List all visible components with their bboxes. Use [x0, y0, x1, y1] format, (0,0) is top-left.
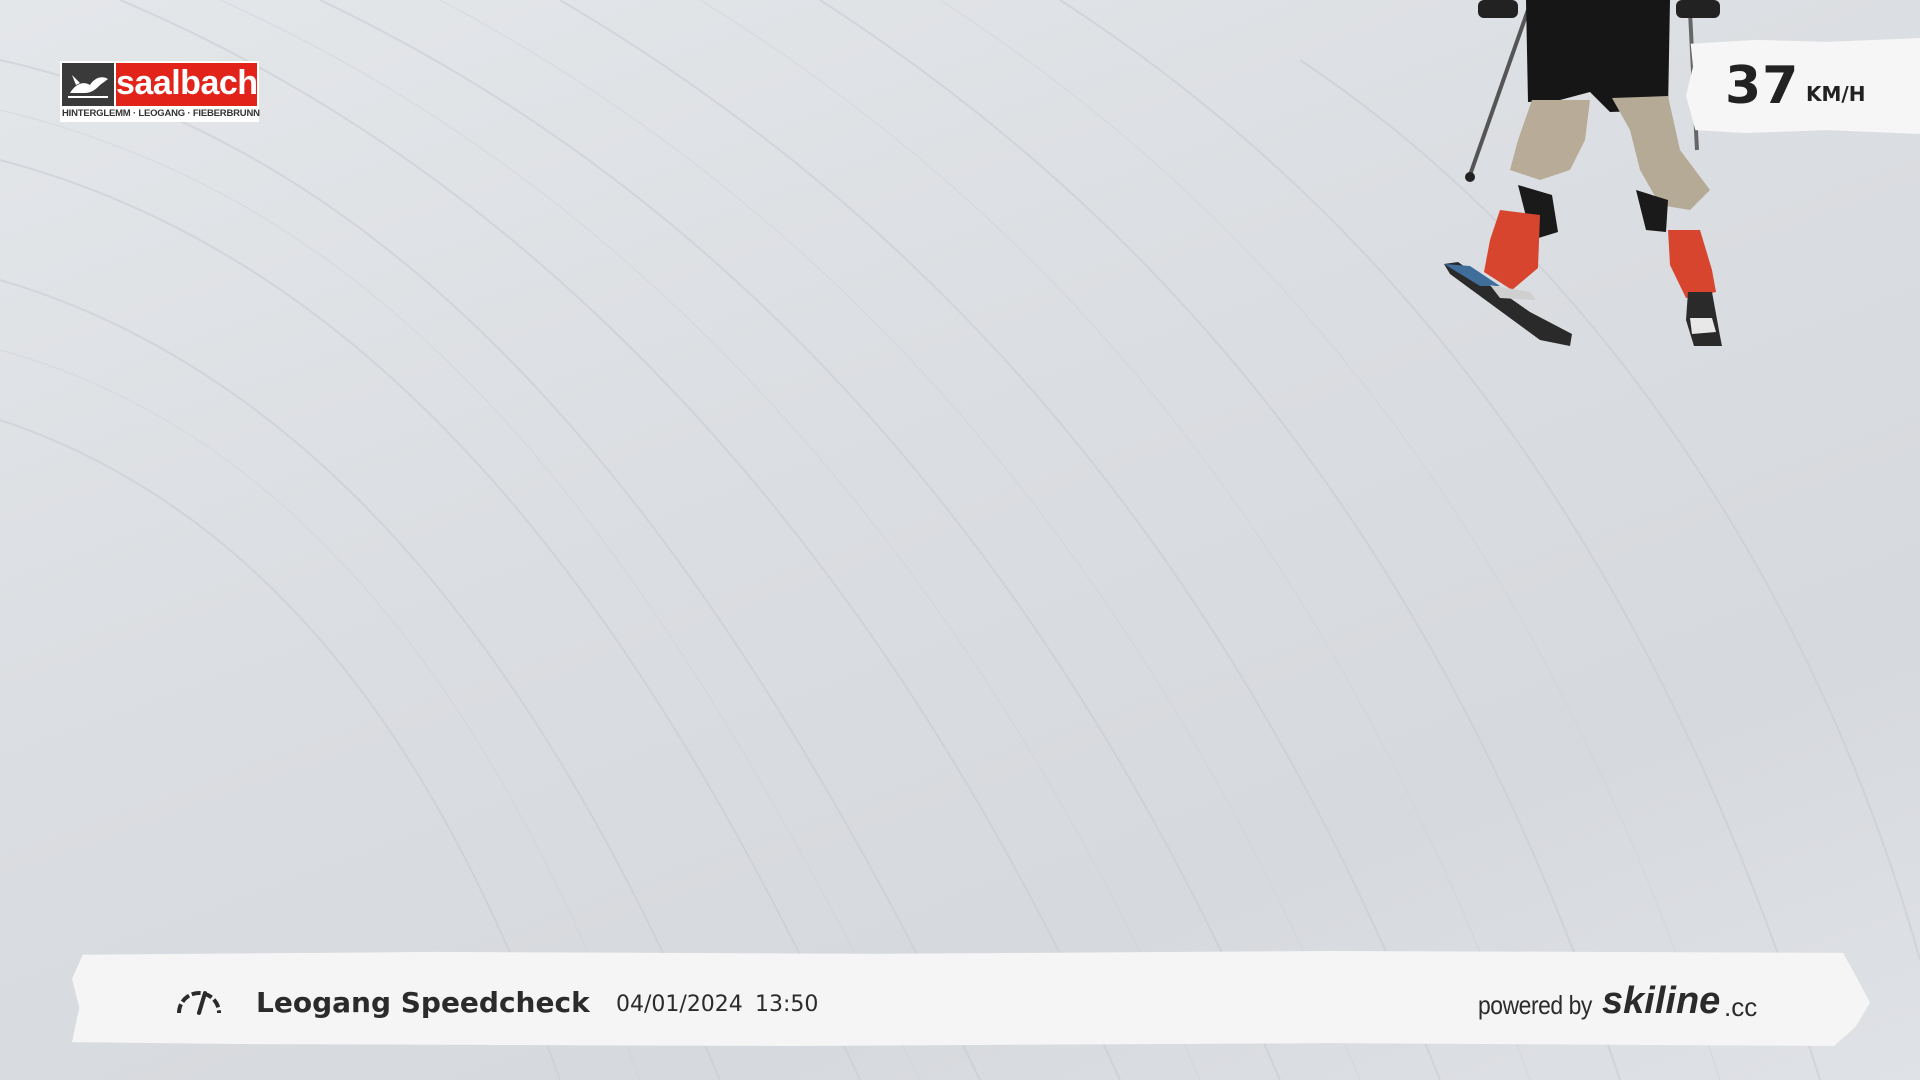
skier-figure	[1444, 0, 1722, 346]
skiline-domain: .cc	[1724, 992, 1758, 1022]
saalbach-mark-icon	[62, 63, 114, 106]
speedometer-icon	[175, 985, 223, 1017]
speed-panel	[1686, 38, 1920, 134]
snow-slope-scene	[0, 0, 1920, 1080]
capture-date: 04/01/2024	[616, 992, 743, 1017]
capture-time: 13:50	[755, 992, 819, 1017]
saalbach-logo: saalbach HINTERGLEMM · LEOGANG · FIEBERB…	[60, 61, 260, 122]
skiline-logo: skiline	[1602, 980, 1721, 1022]
snow-slope-texture	[0, 0, 1920, 1080]
speed-unit: KM/H	[1806, 82, 1866, 106]
location-title: Leogang Speedcheck	[256, 986, 590, 1019]
logo-subline: HINTERGLEMM · LEOGANG · FIEBERBRUNN	[62, 108, 260, 119]
powered-by-text: powered by	[1478, 990, 1592, 1020]
speed-value: 37	[1725, 56, 1800, 116]
logo-wordmark: saalbach	[116, 63, 258, 106]
